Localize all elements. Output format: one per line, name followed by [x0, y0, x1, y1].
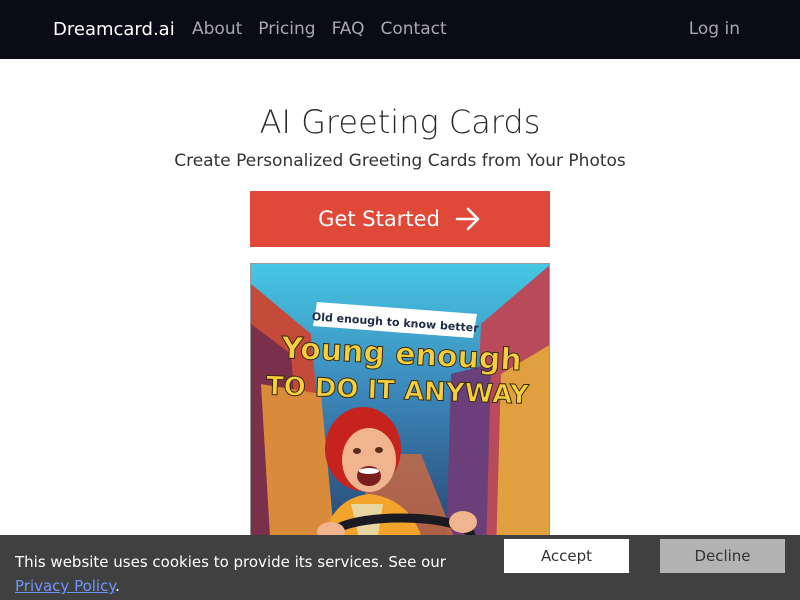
top-navbar: Dreamcard.ai About Pricing FAQ Contact L…: [0, 0, 800, 59]
nav-links: About Pricing FAQ Contact: [192, 19, 447, 39]
decline-cookies-button[interactable]: Decline: [660, 539, 785, 573]
nav-link-faq[interactable]: FAQ: [332, 19, 365, 39]
nav-link-pricing[interactable]: Pricing: [258, 19, 315, 39]
nav-link-about[interactable]: About: [192, 19, 242, 39]
cookie-suffix: .: [115, 577, 120, 595]
sample-card-image: Old enough to know better Young enough T…: [250, 263, 550, 553]
privacy-policy-link[interactable]: Privacy Policy: [15, 577, 115, 595]
get-started-label: Get Started: [318, 207, 440, 231]
arrow-right-icon: [455, 207, 480, 231]
get-started-button[interactable]: Get Started: [250, 191, 550, 247]
cookie-message: This website uses cookies to provide its…: [15, 550, 475, 598]
cookie-text: This website uses cookies to provide its…: [15, 553, 446, 571]
brand-logo[interactable]: Dreamcard.ai: [53, 19, 175, 40]
login-link[interactable]: Log in: [689, 19, 740, 39]
nav-link-contact[interactable]: Contact: [381, 19, 447, 39]
accept-cookies-button[interactable]: Accept: [504, 539, 629, 573]
page-subtitle: Create Personalized Greeting Cards from …: [174, 151, 626, 171]
page-title: AI Greeting Cards: [259, 103, 541, 141]
